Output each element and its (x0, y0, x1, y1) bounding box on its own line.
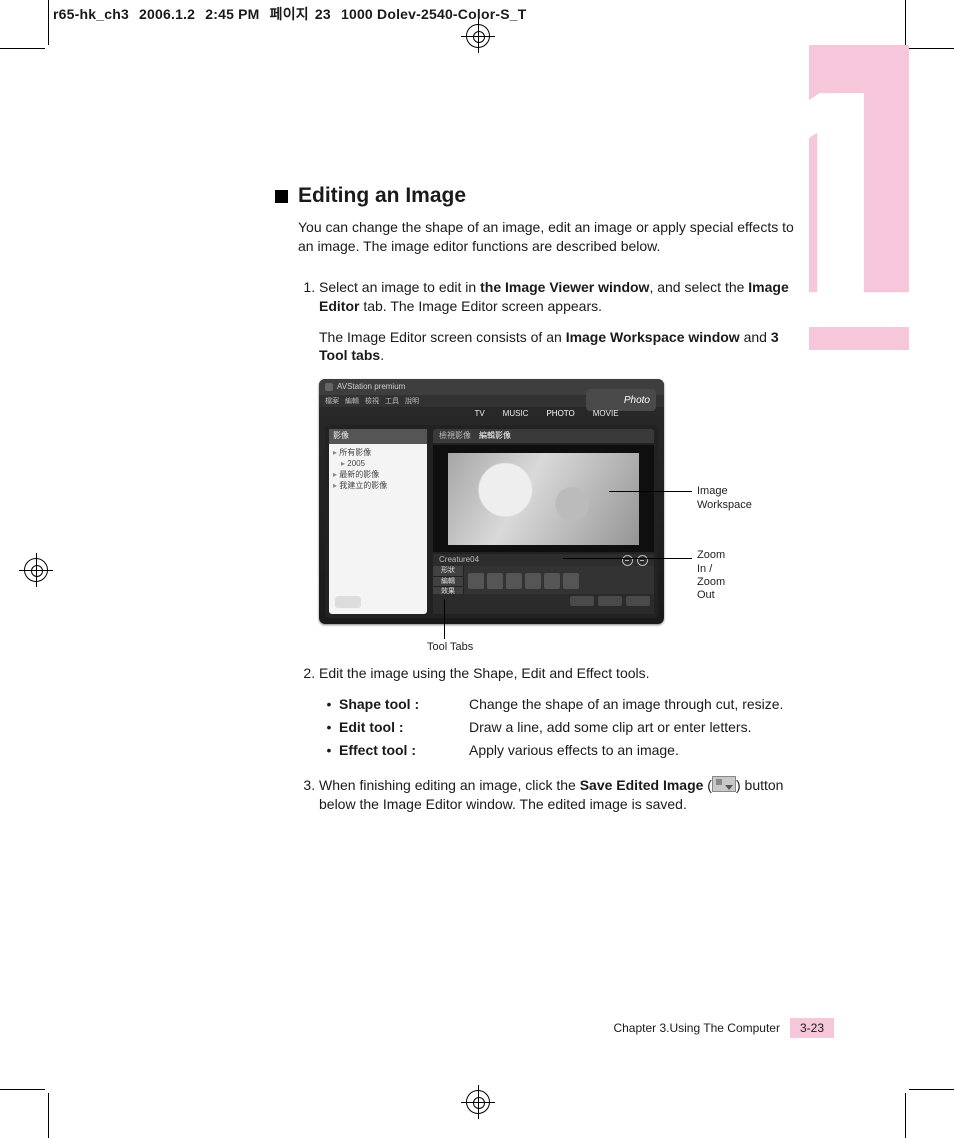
zoom-in-icon (637, 555, 648, 566)
intro-paragraph: You can change the shape of an image, ed… (298, 218, 795, 256)
tool-name: Edit tool : (339, 718, 469, 737)
preview-image (448, 453, 638, 545)
crop-line (48, 0, 49, 45)
callout-line (609, 491, 692, 492)
footer-chapter-label: Chapter 3.Using The Computer (603, 1018, 790, 1038)
sidebar-item: 我建立的影像 (333, 481, 423, 492)
app-icon (325, 383, 333, 391)
zoom-controls (622, 555, 648, 566)
sidebar-item: 最新的影像 (333, 470, 423, 481)
sidebar: 影像 所有影像 2005 最新的影像 我建立的影像 (329, 429, 427, 614)
sidebar-item: 2005 (333, 459, 423, 470)
tool-name: Effect tool : (339, 741, 469, 760)
embedded-screenshot: AVStation premium 檔案 編輯 檢視 工具 說明 Photo (319, 379, 664, 624)
registration-mark (466, 1090, 490, 1114)
hdr-ko-num: 23 (315, 6, 331, 22)
hdr-date: 2006.1.2 (139, 6, 195, 22)
mode-tabs: TV MUSIC PHOTO MOVIE (439, 407, 654, 421)
app-title: AVStation premium (337, 382, 405, 393)
sidebar-item: 所有影像 (333, 448, 423, 459)
step-3: When finishing editing an image, click t… (319, 776, 795, 814)
tool-tabs: 形狀 編輯 效果 (433, 566, 464, 596)
bottom-button (598, 596, 622, 606)
bullet-dot-icon: • (319, 718, 339, 737)
image-workspace (433, 445, 654, 552)
crop-line (48, 1093, 49, 1138)
tool-button-icon (544, 573, 560, 589)
tool-desc: Draw a line, add some clip art or enter … (469, 718, 751, 737)
tool-button-icon (506, 573, 522, 589)
bullet-dot-icon: • (319, 741, 339, 760)
hdr-profile: 1000 Dolev-2540-Color-S_T (341, 6, 527, 22)
hdr-ko-label: 페이지 (270, 4, 309, 24)
callout-line (563, 558, 692, 559)
hdr-file: r65-hk_ch3 (53, 6, 129, 22)
callout-tool-tabs: Tool Tabs (427, 641, 473, 654)
tool-band: 形狀 編輯 效果 (433, 566, 654, 596)
crop-line (0, 48, 45, 49)
tool-button-icon (487, 573, 503, 589)
tool-button-icon (468, 573, 484, 589)
registration-mark (466, 24, 490, 48)
status-row: Creature04 (433, 554, 654, 566)
bullet-dot-icon: • (319, 695, 339, 714)
tool-buttons (464, 566, 654, 596)
footer-page-number: 3-23 (790, 1018, 834, 1038)
registration-mark (24, 558, 48, 582)
crop-line (0, 1089, 45, 1090)
print-proof-header: r65-hk_ch3 2006.1.2 2:45 PM 페이지 23 1000 D… (53, 4, 533, 24)
chapter-color-tab: 1 (809, 45, 909, 350)
tool-desc: Change the shape of an image through cut… (469, 695, 783, 714)
zoom-out-icon (622, 555, 633, 566)
bottom-button (570, 596, 594, 606)
crop-line (909, 1089, 954, 1090)
status-filename: Creature04 (439, 555, 479, 566)
tool-name: Shape tool : (339, 695, 469, 714)
step-1: Select an image to edit in the Image Vie… (319, 278, 795, 625)
save-edited-image-icon (712, 776, 736, 792)
section-heading: Editing an Image (298, 184, 466, 208)
editor-tabs: 檢視影像 編輯影像 (433, 429, 654, 443)
step-2: Edit the image using the Shape, Edit and… (319, 664, 795, 760)
tool-button-icon (563, 573, 579, 589)
tool-descriptions: • Shape tool : Change the shape of an im… (319, 695, 795, 760)
callout-line (444, 599, 445, 639)
sidebar-add-button (335, 596, 361, 608)
bottom-button (626, 596, 650, 606)
hdr-time: 2:45 PM (205, 6, 259, 22)
crop-line (909, 48, 954, 49)
page-footer: Chapter 3.Using The Computer 3-23 (603, 1018, 834, 1038)
bottom-bar (433, 594, 654, 614)
main-content: Editing an Image You can change the shap… (275, 184, 795, 830)
callout-zoom: Zoom In / Zoom Out (697, 549, 725, 602)
heading-square-bullet-icon (275, 190, 288, 203)
sidebar-header: 影像 (329, 429, 427, 444)
crop-line (905, 1093, 906, 1138)
tool-desc: Apply various effects to an image. (469, 741, 679, 760)
callout-image-workspace: Image Workspace (697, 485, 752, 511)
tool-button-icon (525, 573, 541, 589)
